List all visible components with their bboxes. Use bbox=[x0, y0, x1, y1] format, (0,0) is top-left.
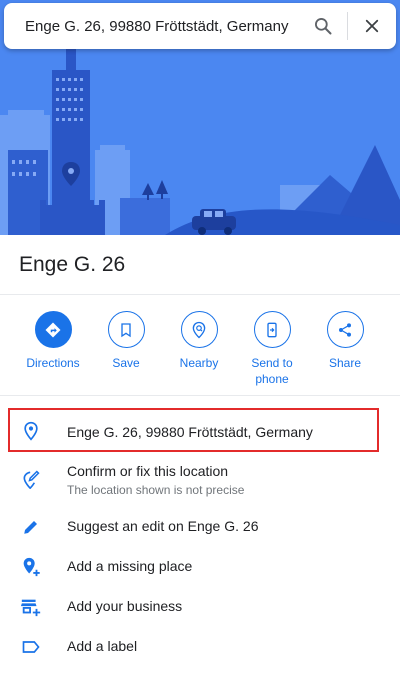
close-icon bbox=[365, 19, 379, 33]
confirm-location-row[interactable]: Confirm or fix this location The locatio… bbox=[0, 455, 400, 503]
add-business-row[interactable]: Add your business bbox=[0, 588, 400, 626]
save-circle bbox=[107, 311, 145, 348]
save-label: Save bbox=[112, 356, 140, 370]
share-label: Share bbox=[328, 356, 362, 370]
add-label-text: Add a label bbox=[67, 638, 138, 654]
send-to-phone-circle bbox=[253, 311, 291, 348]
search-input[interactable]: Enge G. 26, 99880 Fröttstädt, Germany bbox=[4, 18, 299, 35]
save-button[interactable]: Save bbox=[89, 311, 163, 371]
directions-circle bbox=[34, 311, 72, 348]
send-to-phone-button[interactable]: Send to phone bbox=[235, 311, 309, 387]
place-panel: Enge G. 26, 99880 Fröttstädt, Germany En… bbox=[0, 0, 400, 683]
directions-icon bbox=[45, 322, 61, 337]
send-to-phone-label: Send to phone bbox=[251, 356, 293, 386]
nearby-icon bbox=[192, 321, 206, 338]
share-circle bbox=[326, 311, 364, 348]
add-missing-place-row[interactable]: Add a missing place bbox=[0, 548, 400, 586]
add-business-text: Add your business bbox=[67, 598, 183, 614]
share-icon bbox=[339, 322, 351, 337]
send-to-phone-icon bbox=[267, 322, 277, 337]
bookmark-icon bbox=[121, 322, 131, 337]
directions-label: Directions bbox=[26, 356, 80, 370]
search-bar: Enge G. 26, 99880 Fröttstädt, Germany bbox=[4, 3, 396, 49]
edit-location-icon bbox=[20, 468, 42, 490]
nearby-circle bbox=[180, 311, 218, 348]
suggest-edit-row[interactable]: Suggest an edit on Enge G. 26 bbox=[0, 508, 400, 546]
title-section: Enge G. 26 bbox=[0, 235, 400, 295]
add-location-icon bbox=[20, 556, 42, 578]
place-title: Enge G. 26 bbox=[19, 253, 126, 276]
highlight-box bbox=[8, 408, 379, 452]
close-button[interactable] bbox=[348, 3, 396, 49]
nearby-button[interactable]: Nearby bbox=[162, 311, 236, 371]
search-icon bbox=[315, 18, 332, 35]
confirm-location-text: Confirm or fix this location bbox=[67, 463, 229, 479]
directions-button[interactable]: Directions bbox=[16, 311, 90, 371]
pencil-icon bbox=[20, 516, 42, 538]
action-bar: Directions Save Nearby Send to phone Sha… bbox=[0, 296, 400, 396]
label-icon bbox=[20, 636, 42, 658]
add-business-icon bbox=[20, 596, 42, 618]
search-button[interactable] bbox=[299, 3, 347, 49]
share-button[interactable]: Share bbox=[308, 311, 382, 371]
suggest-edit-text: Suggest an edit on Enge G. 26 bbox=[67, 518, 259, 534]
add-missing-place-text: Add a missing place bbox=[67, 558, 193, 574]
nearby-label: Nearby bbox=[179, 356, 219, 370]
confirm-location-subtext: The location shown is not precise bbox=[67, 483, 245, 497]
add-label-row[interactable]: Add a label bbox=[0, 628, 400, 666]
